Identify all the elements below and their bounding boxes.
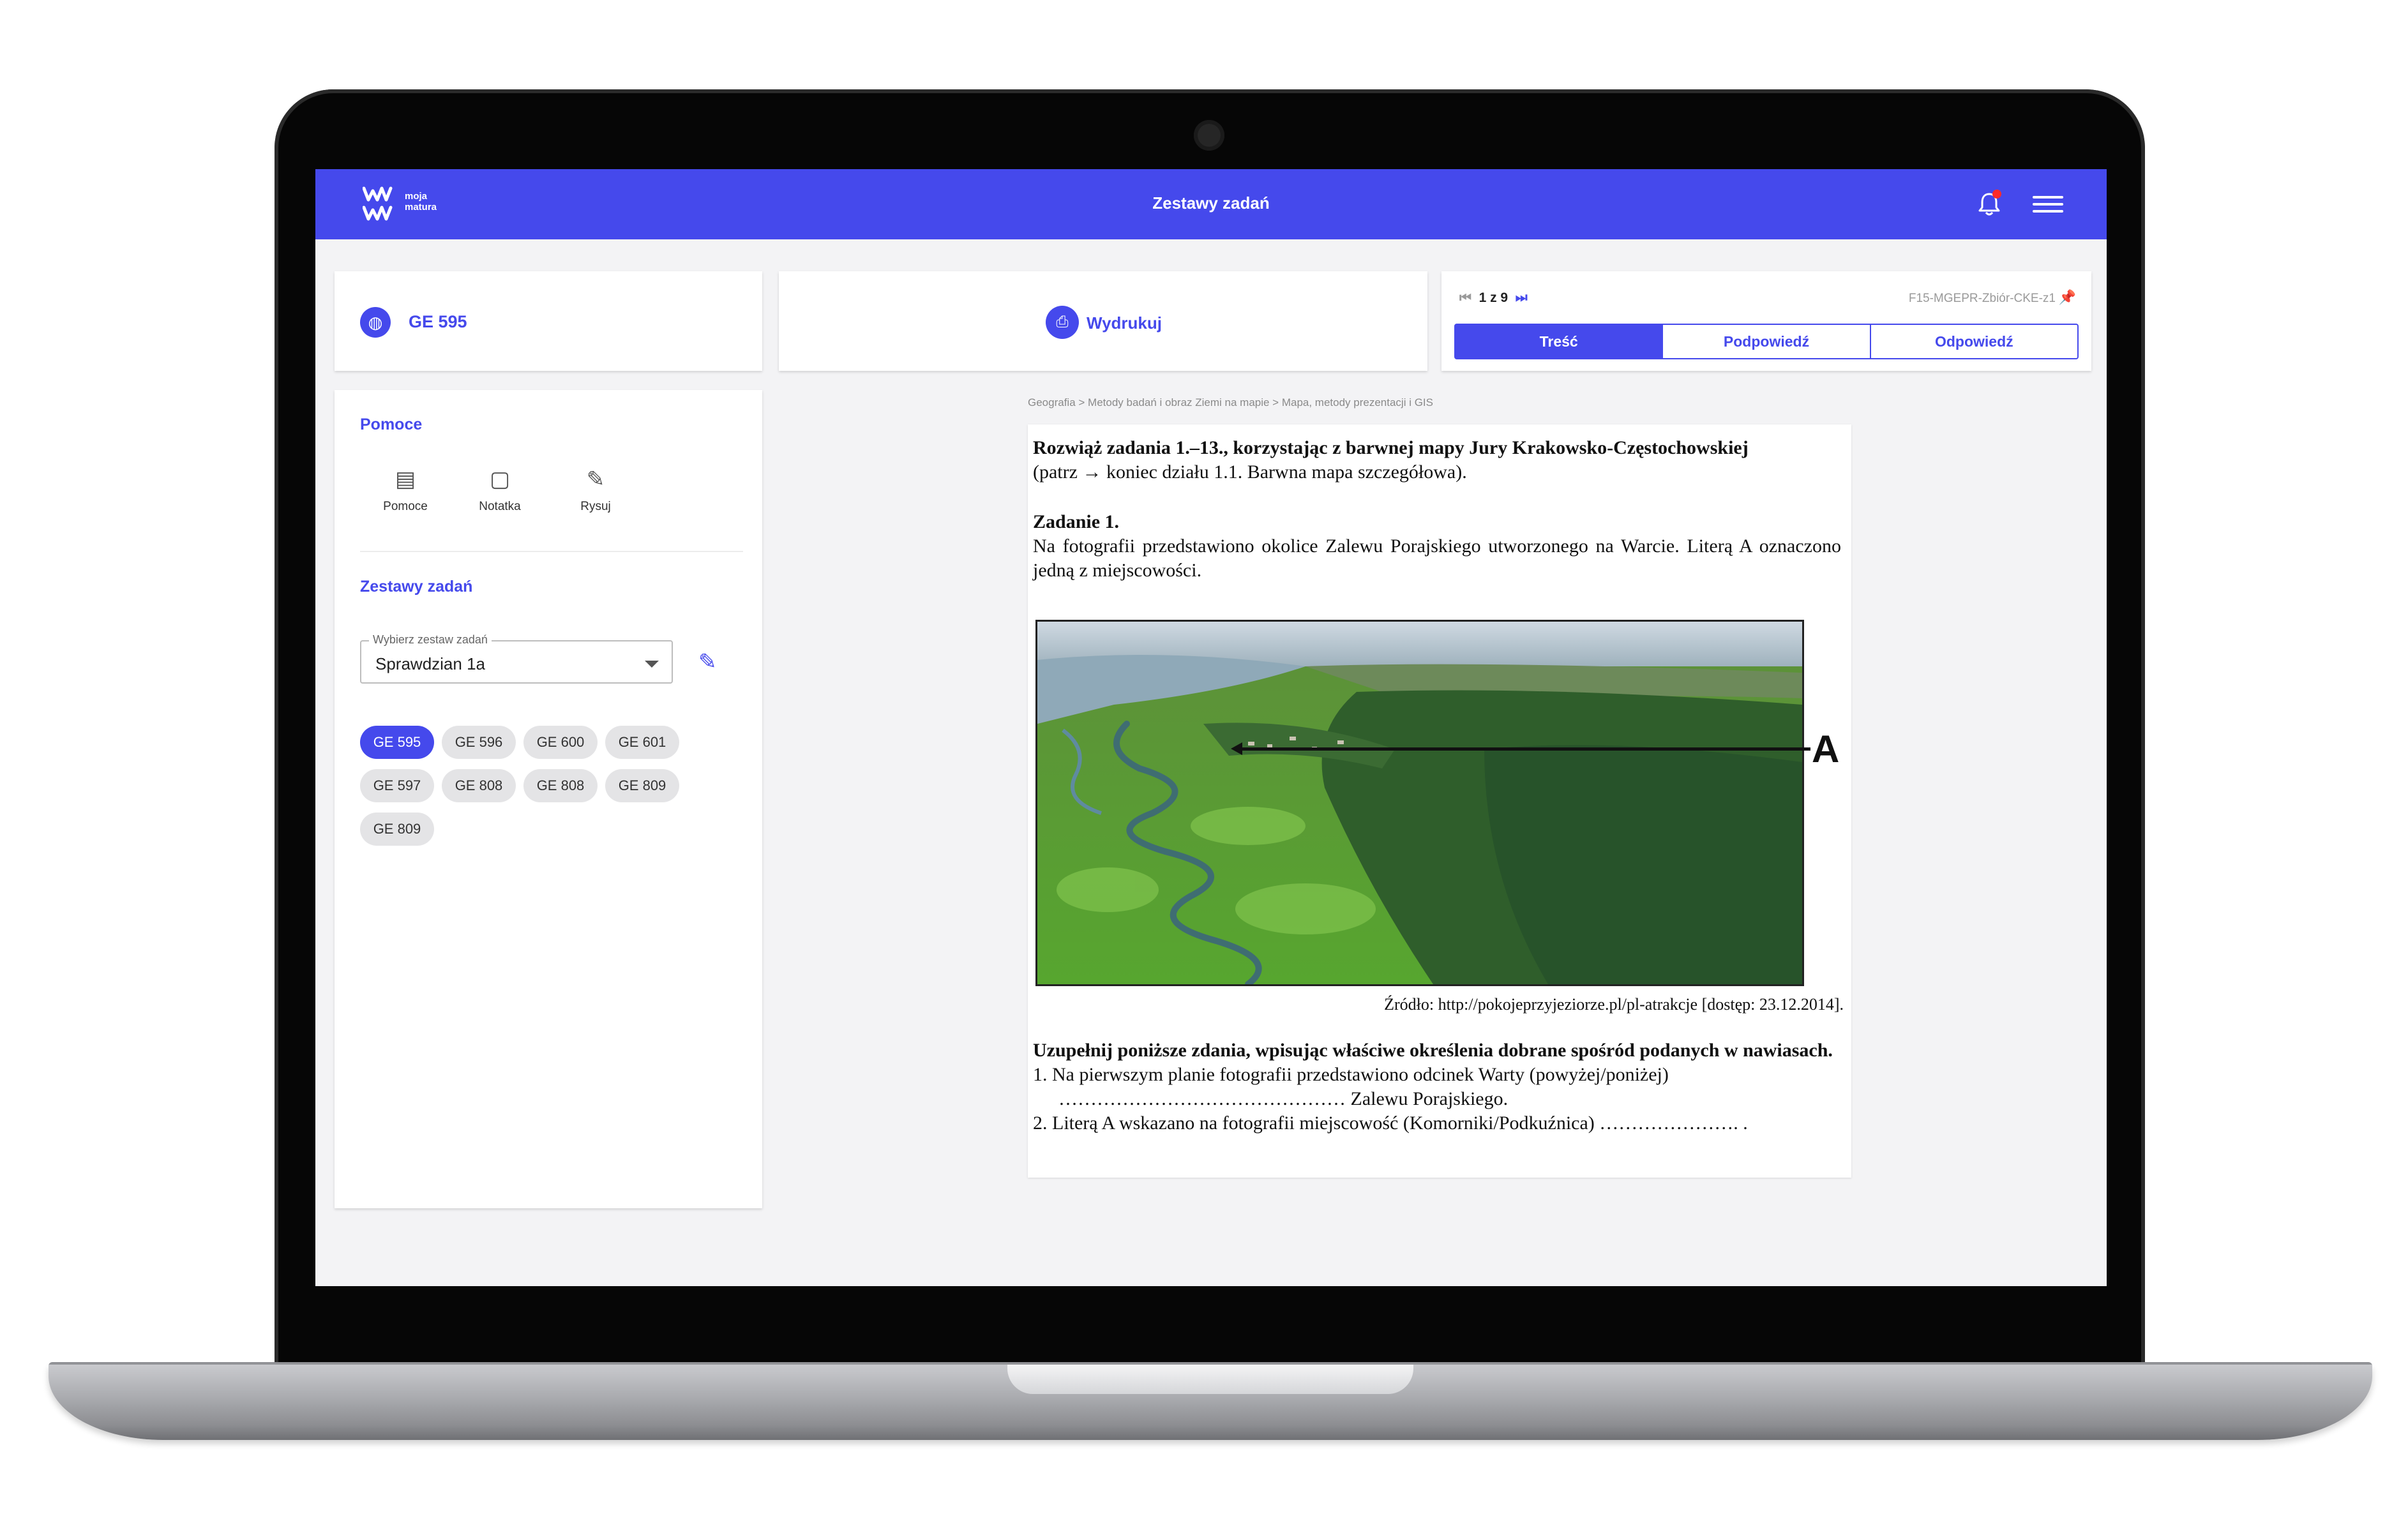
tool-label: Pomoce [383,500,428,513]
chevron-down-icon [645,661,659,668]
chip-ge-597[interactable]: GE 597 [360,769,434,802]
edit-pencil-icon[interactable]: ✎ [698,649,717,675]
printer-icon: ⎙ [1046,306,1079,339]
laptop-notch [1007,1365,1413,1394]
instruction: Uzupełnij poniższe zdania, wpisując właś… [1033,1040,1833,1061]
tool-rysuj[interactable]: ✎ Rysuj [561,467,631,514]
task-text: Na fotografii przedstawiono okolice Zale… [1033,536,1841,581]
tool-label: Rysuj [580,500,611,513]
document-id: F15-MGEPR-Zbiór-CKE-z1 [1908,292,2056,305]
sets-title: Zestawy zadań [360,578,473,596]
tab-odpowiedz[interactable]: Odpowiedź [1869,325,2077,358]
page-position: 1 z 9 [1479,290,1509,305]
task-document: Rozwiąż zadania 1.–13., korzystając z ba… [1028,424,1851,1178]
task-heading: Zadanie 1. [1033,511,1120,532]
pin-icon[interactable]: 📌 [2059,289,2076,306]
tab-tresc[interactable]: Treść [1456,325,1662,358]
select-label: Wybierz zestaw zadań [369,633,492,647]
pager-card: ⏮ 1 z 9 ⏭ F15-MGEPR-Zbiór-CKE-z1 📌 Treść… [1441,271,2091,371]
chip-ge-600[interactable]: GE 600 [523,726,598,759]
tool-pomoce[interactable]: ▤ Pomoce [370,467,440,514]
notification-badge [1992,190,2001,199]
aerial-photo-image [1037,622,1802,984]
chip-ge-595[interactable]: GE 595 [360,726,434,759]
task-code: GE 595 [409,312,467,331]
document-icon: ▤ [395,467,416,491]
print-card: ⎙ Wydrukuj [779,271,1427,371]
item-1b: ……………………………………… Zalewu Porajskiego. [1058,1088,1509,1109]
webcam [1194,120,1224,151]
app-header: moja matura Zestawy zadań [315,169,2107,239]
intro-bold: Rozwiąż zadania 1.–13., korzystając z ba… [1033,437,1749,458]
arrow-line [1238,747,1810,751]
note-icon: ▢ [489,467,511,491]
chip-ge-808[interactable]: GE 808 [442,769,516,802]
photo-source: Źródło: http://pokojeprzyjeziorze.pl/pl-… [1384,995,1844,1014]
last-page-icon[interactable]: ⏭ [1516,290,1528,305]
aerial-photo [1035,620,1804,986]
screen: moja matura Zestawy zadań ◍ GE 595 ⎙ Wyd… [315,169,2107,1286]
task-1: Zadanie 1. Na fotografii przedstawiono o… [1033,510,1841,583]
tools-title: Pomoce [360,416,423,433]
pencil-icon: ✎ [586,467,605,491]
tool-notatka[interactable]: ▢ Notatka [465,467,535,514]
exercise: Uzupełnij poniższe zdania, wpisując właś… [1033,1038,1841,1136]
chip-ge-601[interactable]: GE 601 [605,726,679,759]
chip-ge-809[interactable]: GE 809 [605,769,679,802]
print-label: Wydrukuj [1087,313,1162,333]
intro: Rozwiąż zadania 1.–13., korzystając z ba… [1033,436,1841,484]
select-value: Sprawdzian 1a [375,654,485,673]
item-1a: 1. Na pierwszym planie fotografii przeds… [1033,1064,1669,1085]
chip-ge-809-b[interactable]: GE 809 [360,813,434,846]
pager: ⏮ 1 z 9 ⏭ [1459,290,1528,306]
divider [360,551,743,552]
sidebar: Pomoce ▤ Pomoce ▢ Notatka ✎ Rysuj Zestaw… [335,390,762,1208]
task-code-card: ◍ GE 595 [335,271,762,371]
tool-label: Notatka [479,500,521,513]
chip-ge-596[interactable]: GE 596 [442,726,516,759]
chip-ge-808-b[interactable]: GE 808 [523,769,598,802]
intro-rest: (patrz → koniec działu 1.1. Barwna mapa … [1033,461,1467,483]
set-select[interactable]: Wybierz zestaw zadań Sprawdzian 1a [360,633,673,684]
globe-icon: ◍ [360,307,391,338]
breadcrumb: Geografia > Metody badań i obraz Ziemi n… [1028,396,1433,408]
item-2: 2. Literą A wskazano na fotografii miejs… [1033,1113,1748,1134]
page-title: Zestawy zadań [1152,193,1270,213]
first-page-icon[interactable]: ⏮ [1459,290,1471,305]
tab-podpowiedz[interactable]: Podpowiedź [1662,325,1869,358]
photo-label-a: A [1812,728,1840,770]
hamburger-menu-icon[interactable] [2033,192,2063,218]
content-tabs: Treść Podpowiedź Odpowiedź [1454,324,2079,359]
